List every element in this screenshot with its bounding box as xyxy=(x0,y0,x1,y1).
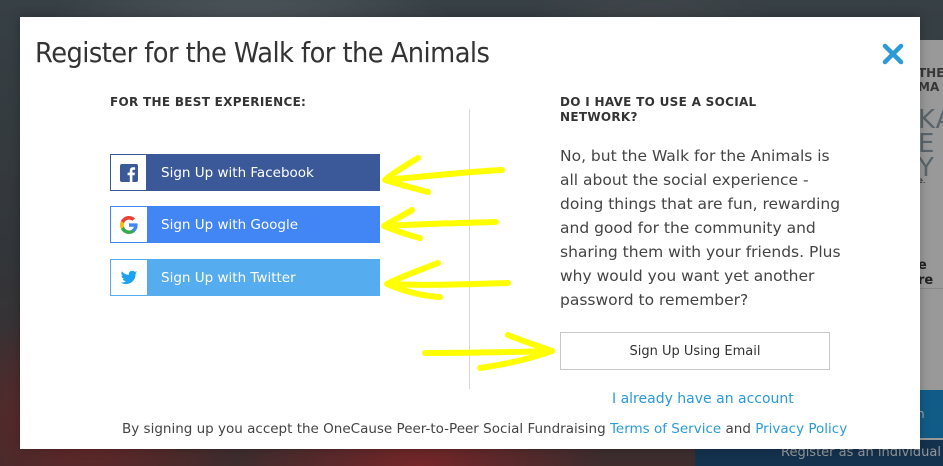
twitter-icon xyxy=(111,260,147,295)
terms-of-service-link[interactable]: Terms of Service xyxy=(610,421,721,437)
privacy-policy-link[interactable]: Privacy Policy xyxy=(755,421,847,437)
vertical-divider xyxy=(469,109,470,389)
social-network-question-heading: DO I HAVE TO USE A SOCIAL NETWORK? xyxy=(560,95,757,124)
twitter-button-label: Sign Up with Twitter xyxy=(161,270,296,286)
best-experience-heading: FOR THE BEST EXPERIENCE: xyxy=(110,95,307,109)
sign-up-twitter-button[interactable]: Sign Up with Twitter xyxy=(110,259,380,296)
sign-up-google-button[interactable]: Sign Up with Google xyxy=(110,206,380,243)
already-have-account-link[interactable]: I already have an account xyxy=(612,391,794,407)
facebook-icon xyxy=(111,155,147,190)
modal-title: Register for the Walk for the Animals xyxy=(35,36,490,69)
sign-up-facebook-button[interactable]: Sign Up with Facebook xyxy=(110,154,380,191)
social-network-answer-text: No, but the Walk for the Animals is all … xyxy=(560,147,841,309)
sign-up-email-button[interactable]: Sign Up Using Email xyxy=(560,332,830,370)
google-button-label: Sign Up with Google xyxy=(161,217,299,233)
close-icon[interactable] xyxy=(882,43,904,65)
google-icon xyxy=(111,207,147,242)
register-modal: Register for the Walk for the Animals FO… xyxy=(20,17,920,449)
terms-footer-prefix: By signing up you accept the OneCause Pe… xyxy=(122,421,606,437)
terms-footer: By signing up you accept the OneCause Pe… xyxy=(122,421,847,437)
facebook-button-label: Sign Up with Facebook xyxy=(161,165,314,181)
terms-footer-and: and xyxy=(725,421,751,437)
